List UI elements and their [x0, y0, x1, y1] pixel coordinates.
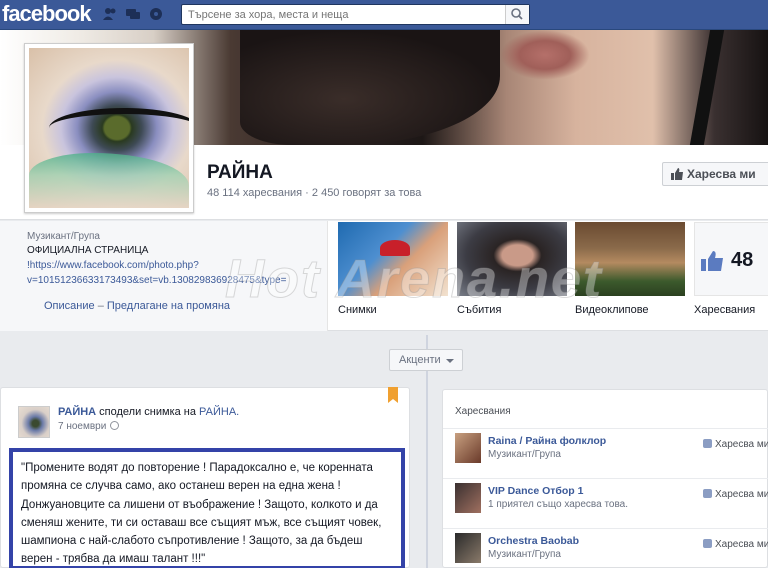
likes-count: 48 [731, 249, 754, 271]
highlights-label: Акценти [399, 354, 441, 366]
description-link[interactable]: Описание [44, 300, 95, 312]
about-row: Музикант/Група ОФИЦИАЛНА СТРАНИЦА !https… [0, 221, 768, 331]
about-panel: Музикант/Група ОФИЦИАЛНА СТРАНИЦА !https… [0, 221, 328, 331]
thumbs-up-icon [703, 439, 712, 448]
search-box [181, 4, 530, 25]
videos-tile-label[interactable]: Видеоклипове [575, 304, 649, 316]
like-page-button[interactable]: Харесва ми [662, 162, 768, 186]
liked-page-category: Музикант/Група [488, 449, 561, 460]
like-button-label: Харесва ми [715, 539, 768, 550]
thumbs-up-icon [703, 539, 712, 548]
photos-tile-label[interactable]: Снимки [338, 304, 377, 316]
page-stats: 48 114 харесвания · 2 450 говорят за тов… [207, 187, 422, 199]
top-bar: facebook [0, 0, 768, 30]
like-button-label: Харесва ми [715, 439, 768, 450]
likes-tile-label[interactable]: Харесвания [694, 304, 755, 316]
post-timestamp[interactable]: 7 ноември [58, 421, 106, 432]
post-header: РАЙНА сподели снимка на РАЙНА. [58, 406, 239, 418]
post-date: 7 ноември [58, 421, 120, 432]
liked-page-name[interactable]: Orchestra Baobab [488, 535, 579, 547]
about-link-1[interactable]: !https://www.facebook.com/photo.php? [27, 260, 323, 271]
events-tile[interactable] [457, 222, 567, 296]
cover-strap-shape [689, 30, 725, 145]
list-item: Raina / Райна фолклор Музикант/Група Хар… [443, 428, 768, 478]
search-button[interactable] [505, 5, 529, 24]
thumbs-up-icon [671, 168, 683, 180]
timeline-post: РАЙНА сподели снимка на РАЙНА. 7 ноември… [0, 387, 410, 568]
about-category: Музикант/Група [27, 231, 100, 242]
page-thumbnail[interactable] [455, 483, 481, 513]
lash-shape [49, 108, 189, 148]
search-input[interactable] [182, 5, 502, 24]
list-item: Orchestra Baobab Музикант/Група Харесва … [443, 528, 768, 568]
eyeshadow-shape [29, 153, 189, 208]
list-item: VIP Dance Отбор 1 1 приятел също харесва… [443, 478, 768, 528]
chevron-down-icon [446, 359, 454, 363]
liked-page-name[interactable]: VIP Dance Отбор 1 [488, 485, 583, 497]
thumbs-up-icon [703, 489, 712, 498]
about-link-2[interactable]: v=10151236633173493&set=vb.1308298369284… [27, 275, 323, 286]
eye-image [29, 48, 189, 208]
facebook-logo[interactable]: facebook [2, 1, 92, 27]
likes-tile[interactable]: 48 [694, 222, 768, 296]
post-action: сподели снимка на [96, 406, 200, 418]
like-button-label: Харесва ми [715, 489, 768, 500]
post-author-link[interactable]: РАЙНА [58, 406, 96, 418]
cover-hair-shape [240, 30, 500, 145]
about-actions: Описание – Предлагане на промяна [44, 300, 230, 312]
friend-requests-icon[interactable] [102, 7, 118, 21]
like-button[interactable]: Харесва ми [703, 489, 768, 500]
page-thumbnail[interactable] [455, 433, 481, 463]
likes-box: Харесвания Raina / Райна фолклор Музикан… [442, 389, 768, 568]
suggest-edit-link[interactable]: Предлагане на промяна [107, 300, 230, 312]
post-author-avatar[interactable] [18, 406, 50, 438]
notifications-icon[interactable] [148, 7, 164, 21]
profile-picture[interactable] [24, 43, 194, 213]
liked-page-category: Музикант/Група [488, 549, 561, 560]
search-icon [511, 8, 523, 20]
like-button[interactable]: Харесва ми [703, 439, 768, 450]
about-text: ОФИЦИАЛНА СТРАНИЦА [27, 245, 149, 256]
messages-icon[interactable] [125, 7, 141, 21]
separator: – [97, 300, 107, 312]
videos-tile[interactable] [575, 222, 685, 296]
liked-page-name[interactable]: Raina / Райна фолклор [488, 435, 606, 447]
liked-page-category: 1 приятел също харесва това. [488, 499, 629, 510]
page-title[interactable]: РАЙНА [207, 162, 273, 184]
highlights-dropdown[interactable]: Акценти [389, 349, 463, 371]
page-thumbnail[interactable] [455, 533, 481, 563]
like-page-label: Харесва ми [687, 167, 756, 181]
cover-lips-shape [500, 30, 590, 80]
like-button[interactable]: Харесва ми [703, 539, 768, 550]
globe-icon [110, 421, 120, 430]
tile-photo-detail [380, 240, 410, 256]
likes-box-title[interactable]: Харесвания [455, 406, 511, 417]
photos-tile[interactable] [338, 222, 448, 296]
post-text: "Промените водят до повторение ! Парадок… [9, 448, 405, 568]
thumbs-up-icon [701, 251, 723, 271]
events-tile-label[interactable]: Събития [457, 304, 501, 316]
post-target-link[interactable]: РАЙНА. [199, 406, 239, 418]
